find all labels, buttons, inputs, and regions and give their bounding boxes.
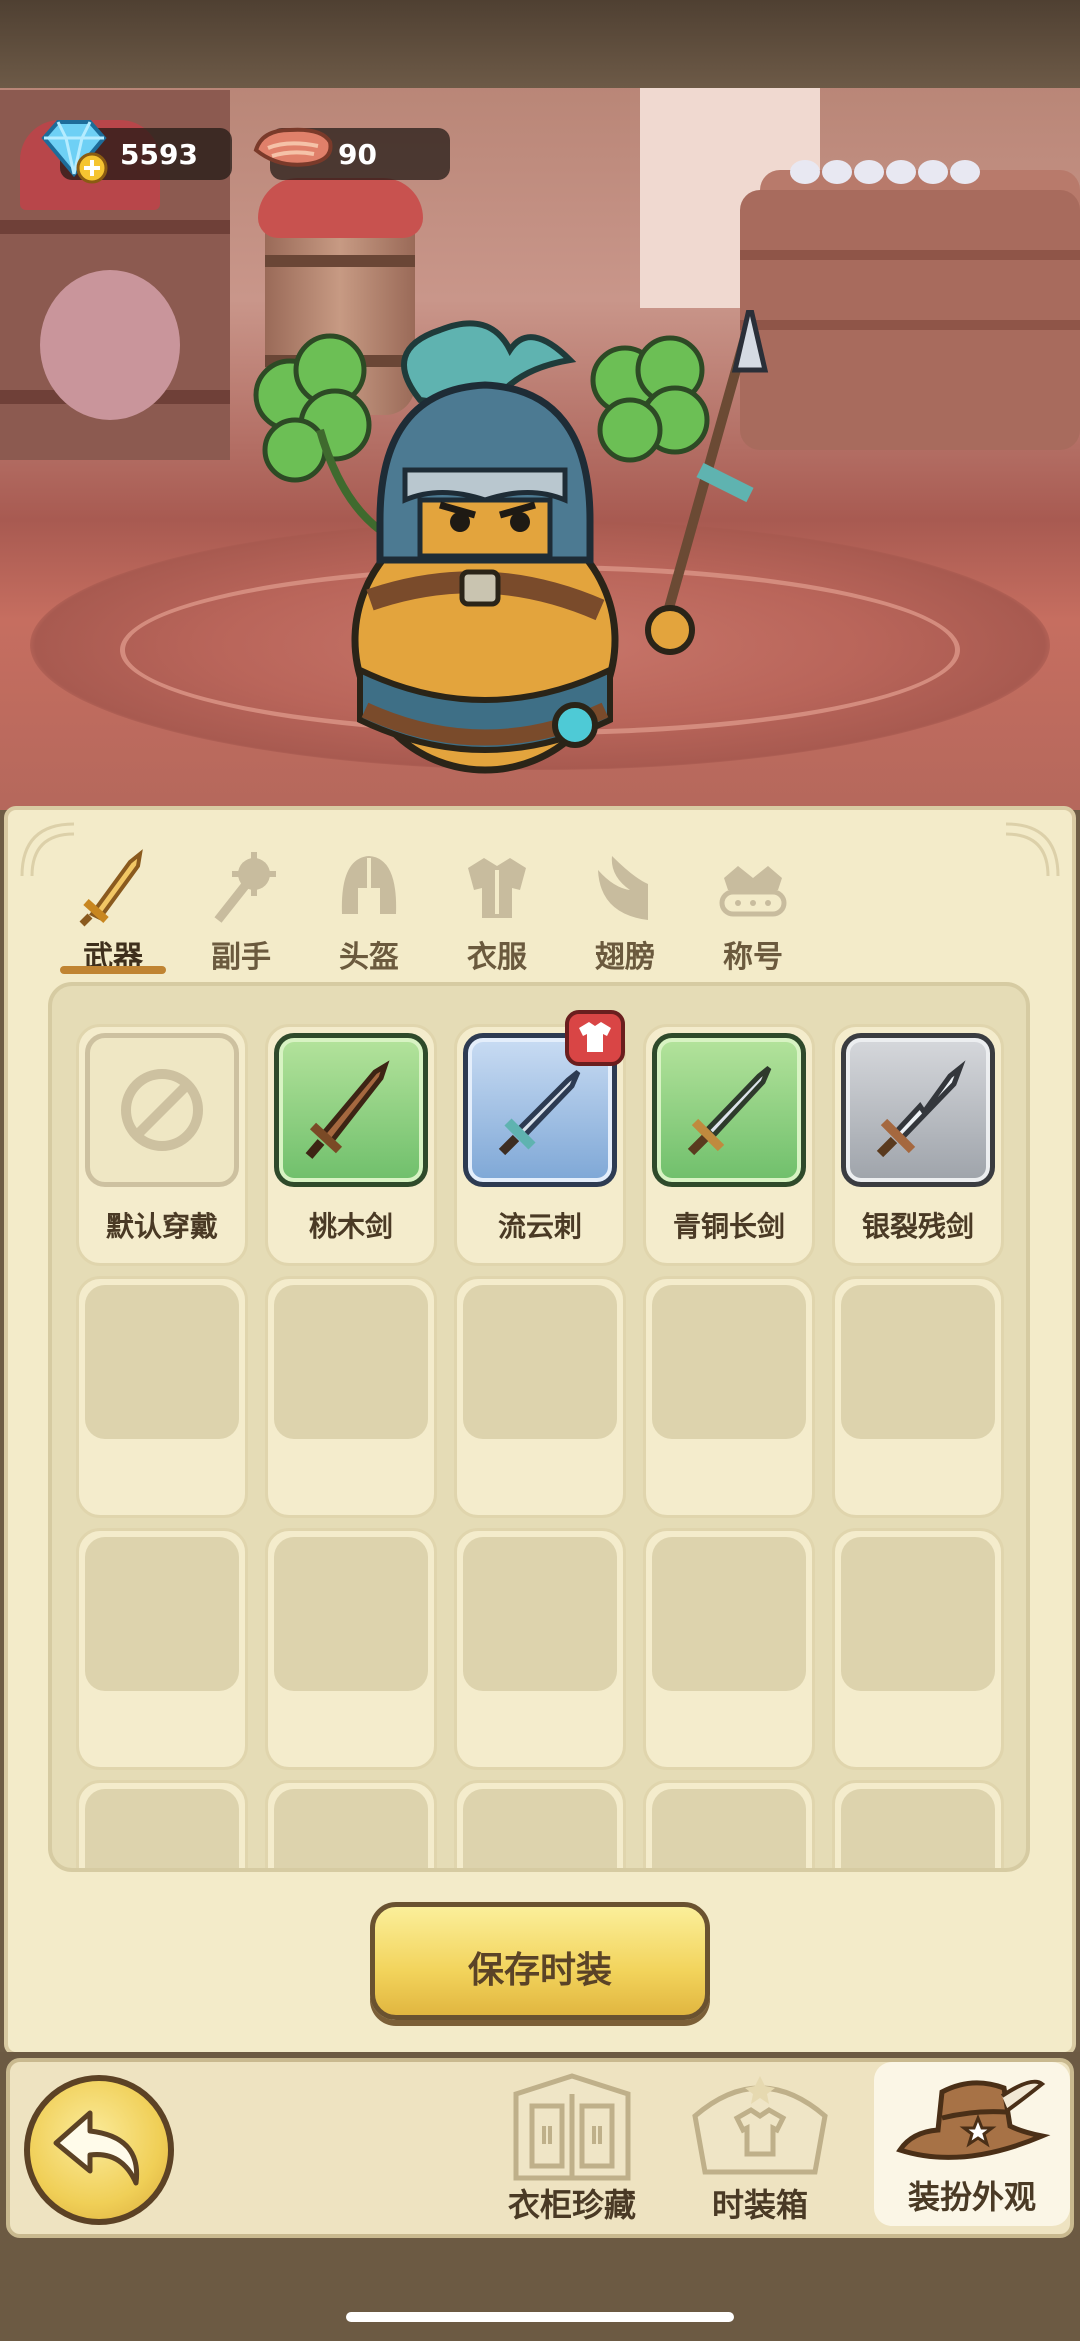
item-name: 桃木剑	[308, 1210, 393, 1243]
item-default[interactable]: 默认穿戴	[76, 1024, 248, 1266]
empty-slot	[454, 1276, 626, 1518]
spear-sword-icon	[498, 1070, 581, 1156]
mace-icon	[214, 852, 276, 923]
nav-dress-up-appearance[interactable]: 装扮外观	[874, 2062, 1070, 2226]
empty-slot	[643, 1276, 815, 1518]
tab-label: 副手	[211, 940, 271, 975]
sword-icon	[79, 849, 143, 927]
hat-icon	[896, 2079, 1051, 2160]
nav-costume-box[interactable]: 时装箱	[680, 2066, 840, 2236]
bronze-sword-icon	[687, 1066, 772, 1156]
item-name: 银裂残剑	[861, 1210, 974, 1243]
item-silver-cracked-sword[interactable]: 银裂残剑	[832, 1024, 1004, 1266]
item-slot	[841, 1033, 995, 1187]
helmet-icon	[341, 856, 397, 914]
empty-slot	[454, 1528, 626, 1770]
nav-label: 装扮外观	[907, 2178, 1036, 2216]
corner-ornament-icon	[1005, 822, 1060, 877]
empty-slot	[76, 1276, 248, 1518]
tab-offhand[interactable]: 副手	[186, 840, 296, 980]
active-tab-indicator	[60, 966, 166, 974]
back-button[interactable]	[24, 2075, 174, 2225]
tab-title[interactable]: 称号	[698, 840, 808, 980]
item-slot	[85, 1033, 239, 1187]
empty-slot	[76, 1528, 248, 1770]
shirt-badge-icon	[565, 1010, 625, 1066]
armor-icon	[468, 858, 526, 918]
tab-label: 翅膀	[595, 940, 655, 975]
item-bronze-longsword[interactable]: 青铜长剑	[643, 1024, 815, 1266]
empty-slot	[832, 1780, 1004, 1868]
item-name: 流云刺	[497, 1210, 582, 1243]
top-frame	[0, 0, 1080, 88]
item-slot	[652, 1033, 806, 1187]
nav-label: 时装箱	[711, 2186, 808, 2224]
none-icon	[121, 1069, 203, 1151]
tab-wings[interactable]: 翅膀	[570, 840, 680, 980]
wing-icon	[598, 856, 648, 920]
home-indicator[interactable]	[346, 2312, 734, 2322]
tab-label: 称号	[723, 940, 783, 975]
background-apples	[258, 178, 423, 238]
empty-slot	[265, 1528, 437, 1770]
empty-slot	[454, 1780, 626, 1868]
background-egg	[40, 270, 180, 420]
nav-label: 衣柜珍藏	[507, 2186, 636, 2224]
nav-wardrobe-collection[interactable]: 衣柜珍藏	[472, 2066, 672, 2236]
empty-slot	[643, 1528, 815, 1770]
item-peach-wood-sword[interactable]: 桃木剑	[265, 1024, 437, 1266]
background-chest	[740, 190, 1080, 450]
tab-label: 头盔	[339, 940, 399, 975]
silver-sword-icon	[876, 1060, 966, 1158]
item-grid[interactable]: 默认穿戴 桃木剑 流云刺 青铜长剑 银裂残剑	[48, 982, 1030, 1872]
save-outfit-button[interactable]: 保存时装	[370, 1902, 710, 2020]
item-slot	[274, 1033, 428, 1187]
crown-icon	[719, 866, 787, 917]
empty-slot	[643, 1780, 815, 1868]
meat-amount: 90	[338, 138, 377, 171]
tab-helmet[interactable]: 头盔	[314, 840, 424, 980]
back-arrow-icon	[53, 2110, 140, 2186]
empty-slot	[265, 1276, 437, 1518]
gem-amount: 5593	[120, 138, 198, 171]
diamond-plus-icon[interactable]	[34, 116, 114, 186]
knight-egg-character	[253, 310, 769, 774]
item-name: 青铜长剑	[672, 1210, 785, 1243]
tab-clothes[interactable]: 衣服	[442, 840, 552, 980]
empty-slot	[832, 1528, 1004, 1770]
empty-slot	[76, 1780, 248, 1868]
tab-label: 衣服	[467, 940, 527, 975]
empty-slot	[832, 1276, 1004, 1518]
wooden-sword-icon	[305, 1060, 390, 1159]
background-pearls	[790, 160, 990, 220]
item-name: 默认穿戴	[105, 1210, 218, 1243]
tab-weapon[interactable]: 武器	[58, 840, 168, 980]
meat-icon	[253, 127, 333, 167]
character-preview-scene: 5593 90	[0, 0, 1080, 810]
costume-box-icon	[692, 2076, 828, 2175]
save-outfit-label: 保存时装	[467, 1950, 612, 1991]
wardrobe-icon	[513, 2073, 631, 2181]
empty-slot	[265, 1780, 437, 1868]
